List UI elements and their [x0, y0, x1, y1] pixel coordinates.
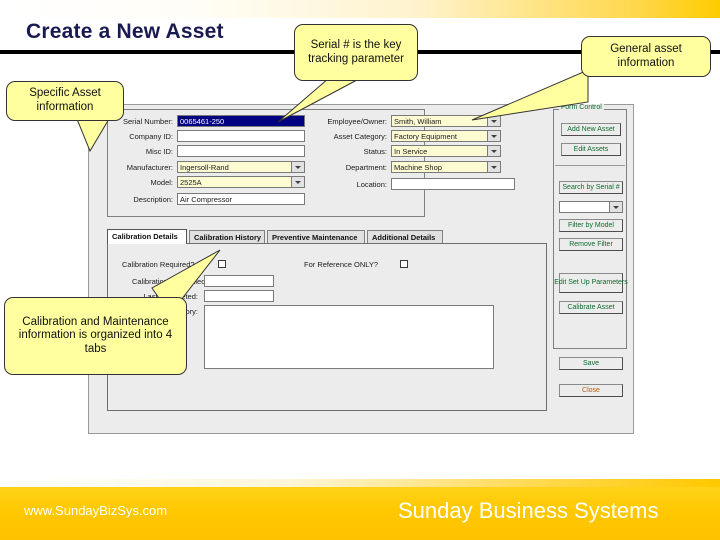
callout-specific-asset: Specific Asset information — [6, 81, 124, 121]
chevron-down-icon[interactable] — [488, 161, 501, 173]
asset-category-combo[interactable]: Factory Equipment — [391, 130, 501, 142]
tab-calibration-history[interactable]: Calibration History — [189, 230, 265, 244]
footer-website-url[interactable]: www.SundayBizSys.com — [24, 503, 167, 518]
status-combo[interactable]: In Service — [391, 145, 501, 157]
model-combo[interactable]: 2525A — [177, 176, 305, 188]
department-combo-value[interactable]: Machine Shop — [391, 161, 488, 173]
model-label: Model: — [150, 178, 173, 187]
reference-only-label: For Reference ONLY? — [304, 260, 379, 269]
chevron-down-icon[interactable] — [610, 201, 623, 213]
status-combo-value[interactable]: In Service — [391, 145, 488, 157]
model-filter-combo-value[interactable] — [559, 201, 610, 213]
asset-category-label: Asset Category: — [333, 132, 387, 141]
reference-only-checkbox[interactable] — [400, 260, 408, 268]
notes-textarea[interactable] — [204, 305, 494, 369]
tab-strip: Calibration Details Calibration History … — [107, 229, 547, 244]
department-label: Department: — [345, 163, 387, 172]
model-filter-combo[interactable] — [559, 201, 623, 213]
callout-general-asset: General asset information — [581, 36, 711, 77]
footer-company-name: Sunday Business Systems — [398, 498, 659, 523]
asset-category-combo-value[interactable]: Factory Equipment — [391, 130, 488, 142]
department-combo[interactable]: Machine Shop — [391, 161, 501, 173]
slide-top-gold-band — [0, 0, 720, 18]
model-combo-value[interactable]: 2525A — [177, 176, 292, 188]
general-asset-callout-tail — [470, 68, 590, 124]
edit-assets-button[interactable]: Edit Assets — [561, 143, 621, 156]
status-label: Status: — [363, 147, 387, 156]
chevron-down-icon[interactable] — [488, 130, 501, 142]
calibrate-asset-button[interactable]: Calibrate Asset — [559, 301, 623, 314]
save-button[interactable]: Save — [559, 357, 623, 370]
callout-serial-key: Serial # is the key tracking parameter — [294, 24, 418, 81]
filter-by-model-button[interactable]: Filter by Model — [559, 219, 623, 232]
description-input[interactable]: Air Compressor — [177, 193, 305, 205]
add-new-asset-button[interactable]: Add New Asset — [561, 123, 621, 136]
tab-additional-details[interactable]: Additional Details — [367, 230, 443, 244]
description-label: Description: — [133, 195, 173, 204]
edit-setup-parameters-button[interactable]: Edit Set Up Parameters — [554, 273, 628, 293]
page-title: Create a New Asset — [26, 20, 224, 43]
remove-filter-button[interactable]: Remove Filter — [559, 238, 623, 251]
tab-preventive-maintenance[interactable]: Preventive Maintenance — [267, 230, 365, 244]
callout-cal-maint: Calibration and Maintenance information … — [4, 297, 187, 375]
close-button[interactable]: Close — [559, 384, 623, 397]
chevron-down-icon[interactable] — [488, 145, 501, 157]
manufacturer-label: Manufacturer: — [126, 163, 173, 172]
location-input[interactable] — [391, 178, 515, 190]
location-label: Location: — [356, 180, 387, 189]
company-id-input[interactable] — [177, 130, 305, 142]
panel-divider — [555, 165, 625, 166]
manufacturer-combo-value[interactable]: Ingersoll-Rand — [177, 161, 292, 173]
manufacturer-combo[interactable]: Ingersoll-Rand — [177, 161, 305, 173]
tab-calibration-details[interactable]: Calibration Details — [107, 229, 187, 244]
misc-id-input[interactable] — [177, 145, 305, 157]
chevron-down-icon[interactable] — [292, 176, 305, 188]
search-by-serial-button[interactable]: Search by Serial # — [559, 181, 623, 194]
chevron-down-icon[interactable] — [292, 161, 305, 173]
